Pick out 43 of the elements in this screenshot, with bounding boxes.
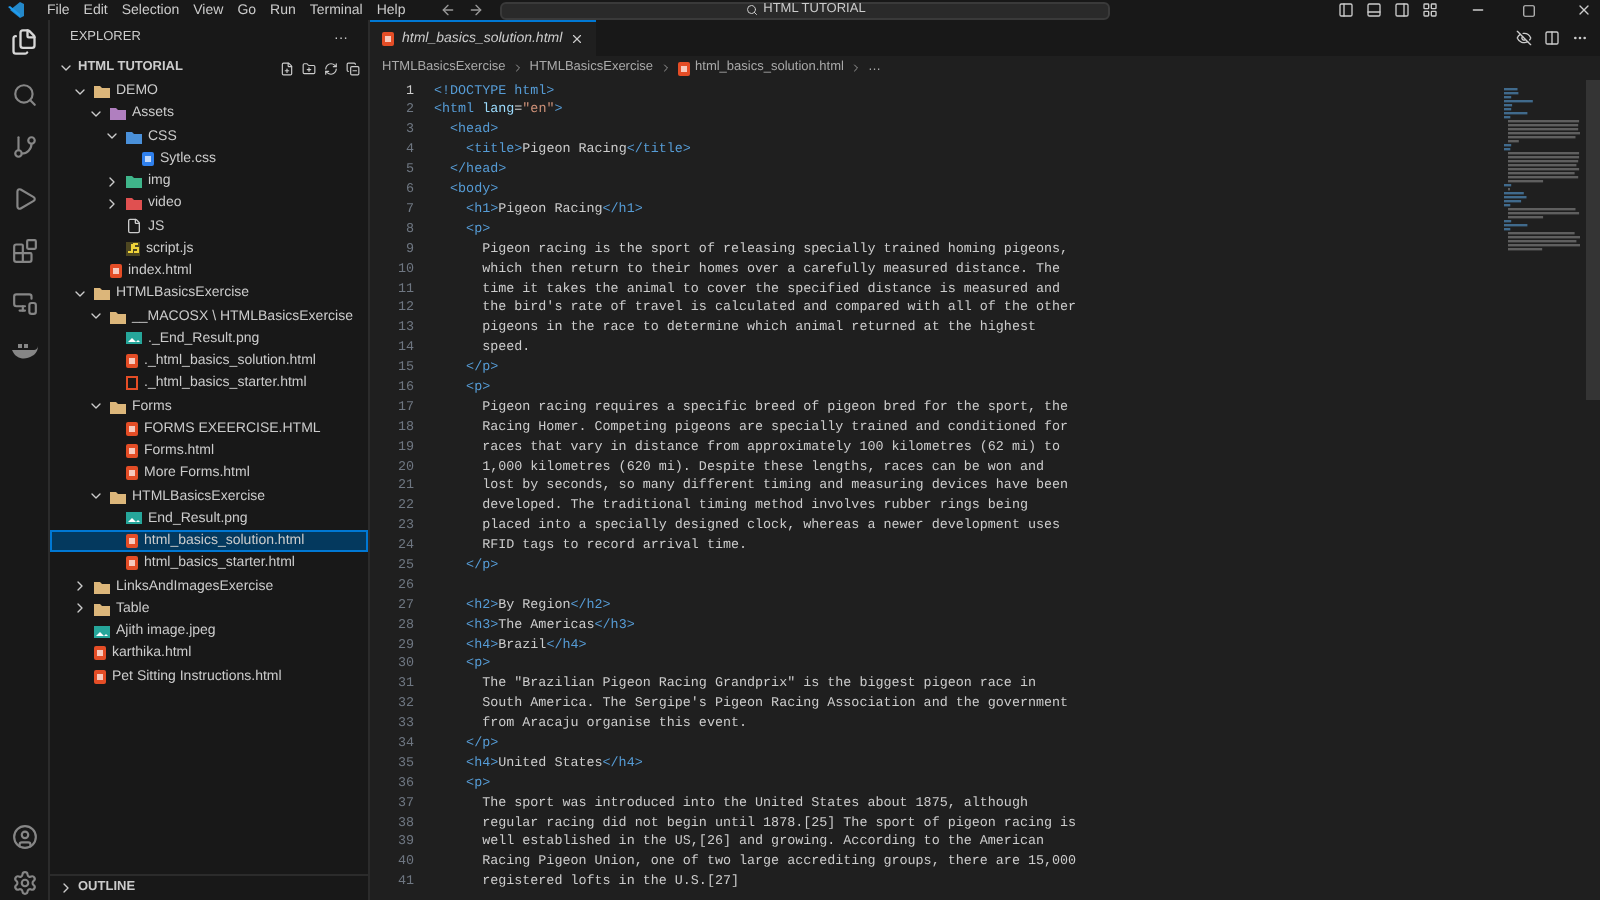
image-file-icon	[126, 512, 142, 525]
refresh-icon[interactable]	[324, 61, 338, 75]
html-file-icon	[382, 32, 394, 46]
image-file-icon	[126, 332, 142, 345]
account-icon[interactable]	[11, 824, 37, 850]
remote-explorer-icon[interactable]	[11, 290, 37, 316]
close-tab-icon[interactable]	[570, 32, 585, 46]
maximize-icon[interactable]	[1522, 3, 1536, 17]
files-icon[interactable]	[10, 28, 38, 56]
folder-icon	[110, 489, 126, 504]
chevron-right-icon	[849, 62, 862, 74]
html-file-icon	[126, 354, 138, 369]
folder-icon	[110, 399, 126, 414]
forward-arrow-icon[interactable]	[468, 2, 485, 18]
search-icon[interactable]	[11, 82, 37, 108]
new-folder-icon[interactable]	[302, 61, 316, 75]
eye-slash-icon[interactable]	[1516, 30, 1532, 46]
file-outline-icon	[126, 376, 138, 391]
image-file-icon	[94, 625, 110, 638]
app-logo-icon	[8, 2, 24, 18]
back-arrow-icon[interactable]	[440, 2, 457, 18]
chevron-right-icon	[511, 62, 524, 74]
js-file-icon	[126, 241, 140, 256]
search-icon	[745, 4, 758, 16]
chevron-right-icon	[659, 62, 672, 74]
run-debug-icon[interactable]	[11, 186, 37, 212]
html-file-icon	[677, 61, 690, 75]
whale-icon[interactable]	[11, 342, 37, 360]
file-icon	[126, 218, 142, 235]
css-file-icon	[142, 151, 154, 166]
html-file-icon	[110, 264, 122, 279]
extensions-icon[interactable]	[11, 238, 37, 264]
settings-icon[interactable]	[11, 870, 37, 896]
new-file-icon[interactable]	[280, 61, 294, 75]
layout-icon[interactable]	[1422, 2, 1438, 18]
toggle-sidebar-icon[interactable]	[1338, 2, 1354, 18]
close-icon[interactable]	[1576, 2, 1592, 18]
toggle-secondary-sidebar-icon[interactable]	[1394, 2, 1410, 18]
split-editor-icon[interactable]	[1544, 30, 1560, 46]
chevron-right-icon	[58, 880, 74, 896]
source-control-icon[interactable]	[11, 134, 37, 160]
collapse-all-icon[interactable]	[346, 61, 360, 75]
toggle-panel-icon[interactable]	[1366, 2, 1382, 18]
